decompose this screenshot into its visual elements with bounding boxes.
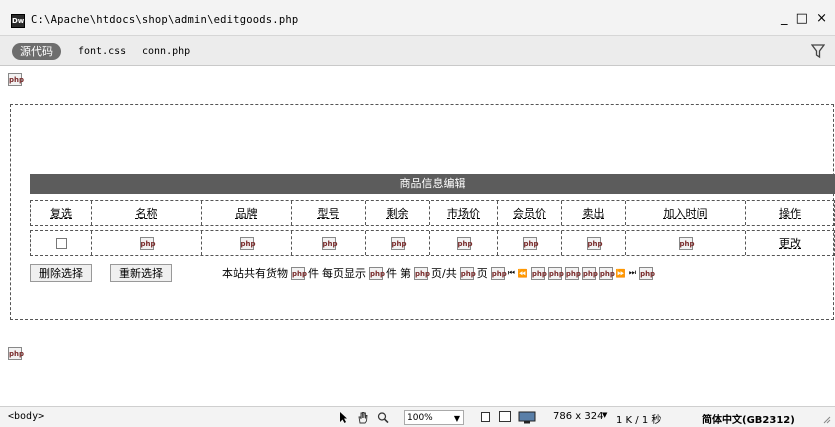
php-code-marker[interactable]: php [414, 266, 430, 280]
page-no-label: 第 [400, 267, 411, 280]
tablet-size-icon[interactable] [499, 411, 511, 422]
header-member-price: 会员价 [497, 201, 561, 225]
related-files-bar: 源代码 font.css conn.php [0, 36, 835, 66]
mobile-size-icon[interactable] [481, 412, 490, 422]
minimize-icon[interactable]: _ [781, 11, 790, 26]
table-row: php php php php php php php php 更改 [30, 230, 835, 256]
desktop-size-icon[interactable] [518, 411, 536, 424]
action-cell: 更改 [745, 231, 834, 255]
remaining-cell: php [365, 231, 429, 255]
encoding-label: 简体中文(GB2312) [702, 415, 795, 426]
per-page-label: 每页显示 [322, 267, 366, 280]
next-page-icon[interactable]: ⏩ [616, 269, 626, 278]
related-file-conn-php[interactable]: conn.php [142, 46, 190, 57]
page-label: 页 [476, 267, 488, 280]
php-code-marker[interactable]: php [239, 236, 256, 250]
header-market-price: 市场价 [429, 201, 497, 225]
header-brand: 品牌 [201, 201, 291, 225]
select-cell [31, 231, 91, 255]
php-code-marker[interactable]: php [639, 266, 655, 280]
prev-page-icon[interactable]: ⏪ [518, 269, 528, 278]
php-code-marker[interactable]: php [598, 266, 615, 280]
window-title: C:\Apache\htdocs\shop\admin\editgoods.ph… [31, 14, 299, 26]
php-code-marker-top[interactable]: php [8, 73, 24, 86]
dreamweaver-app-icon: Dw [11, 14, 25, 28]
total-goods-label: 本站共有货物 [222, 267, 288, 280]
zoom-value: 100% [407, 413, 433, 423]
php-code-marker[interactable]: php [490, 266, 507, 280]
php-code-marker[interactable]: php [530, 266, 547, 280]
filter-icon[interactable] [811, 43, 825, 59]
hand-tool-icon[interactable] [356, 411, 370, 424]
status-bar: <body> 100% ▼ 786 x 324 ▼ 1 K / 1 秒 简体中文… [0, 406, 835, 427]
php-code-marker[interactable]: php [586, 236, 603, 250]
table-title: 商品信息编辑 [30, 174, 835, 194]
zoom-tool-icon[interactable] [376, 411, 390, 424]
file-size-download-time: 1 K / 1 秒 [616, 415, 662, 426]
brand-cell: php [201, 231, 291, 255]
maximize-icon[interactable]: □ [796, 11, 810, 26]
edit-link[interactable]: 更改 [779, 235, 801, 251]
model-cell: php [291, 231, 365, 255]
php-code-marker[interactable]: php [459, 266, 476, 280]
php-code-marker[interactable]: php [369, 266, 385, 280]
php-code-marker[interactable]: php [678, 236, 695, 250]
php-code-marker[interactable]: php [581, 266, 598, 280]
header-remaining: 剩余 [365, 201, 429, 225]
name-cell: php [91, 231, 201, 255]
close-icon[interactable]: × [816, 11, 829, 26]
php-code-marker[interactable]: php [564, 266, 581, 280]
unit-label: 件 [386, 267, 397, 280]
title-bar: Dw C:\Apache\htdocs\shop\admin\editgoods… [0, 0, 835, 36]
unit-label: 件 [308, 267, 319, 280]
delete-selected-button[interactable]: 删除选择 [30, 264, 92, 282]
reselect-button[interactable]: 重新选择 [110, 264, 172, 282]
table-header-row: 复选 名称 品牌 型号 剩余 市场价 会员价 卖出 加入时间 操作 [30, 200, 835, 226]
bottom-controls-row: 删除选择 重新选择 本站共有货物 php 件 每页显示 php 件 第 php … [30, 262, 835, 286]
pagination-bar: 本站共有货物 php 件 每页显示 php 件 第 php 页/共 php 页 … [222, 264, 655, 282]
header-name: 名称 [91, 201, 201, 225]
select-tool-icon[interactable] [336, 411, 350, 424]
header-model: 型号 [291, 201, 365, 225]
add-time-cell: php [625, 231, 745, 255]
member-price-cell: php [497, 231, 561, 255]
php-code-marker[interactable]: php [547, 266, 564, 280]
php-code-marker[interactable]: php [456, 236, 473, 250]
window-size-readout[interactable]: 786 x 324 [553, 411, 603, 422]
header-add-time: 加入时间 [625, 201, 745, 225]
php-code-marker-bottom[interactable]: php [8, 347, 24, 360]
php-code-marker[interactable]: php [139, 236, 156, 250]
source-code-button[interactable]: 源代码 [12, 43, 61, 60]
php-code-marker[interactable]: php [390, 236, 407, 250]
header-action: 操作 [745, 201, 834, 225]
row-checkbox[interactable] [55, 237, 67, 249]
total-pages-label: 页/共 [431, 267, 457, 280]
php-code-marker[interactable]: php [321, 236, 338, 250]
tag-selector-body[interactable]: <body> [8, 411, 44, 422]
header-select: 复选 [50, 207, 72, 220]
last-page-icon[interactable]: ⏭ [629, 268, 636, 278]
window-controls: _ □ × [781, 11, 829, 26]
header-sold: 卖出 [561, 201, 625, 225]
chevron-down-icon: ▼ [453, 414, 460, 423]
related-file-font-css[interactable]: font.css [78, 46, 126, 57]
zoom-select[interactable]: 100% ▼ [404, 410, 464, 425]
sold-cell: php [561, 231, 625, 255]
php-code-marker[interactable]: php [522, 236, 539, 250]
first-page-icon[interactable]: ⏮ [508, 268, 515, 278]
market-price-cell: php [429, 231, 497, 255]
resize-grip-icon[interactable] [822, 415, 831, 424]
window-size-dropdown-icon[interactable]: ▼ [602, 411, 607, 419]
php-code-marker[interactable]: php [291, 266, 307, 280]
